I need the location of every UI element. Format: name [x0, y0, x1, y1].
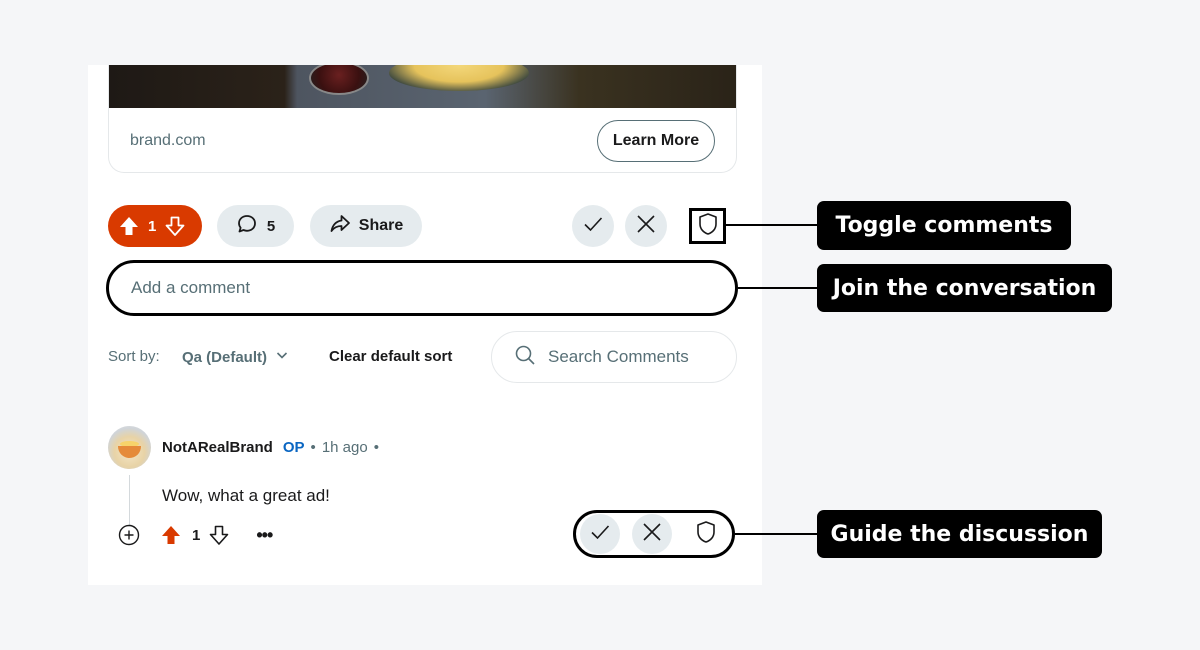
search-icon	[514, 344, 536, 371]
ad-image-pasta	[389, 65, 529, 91]
arrow-up-icon	[162, 526, 180, 544]
meta-separator: •	[310, 439, 316, 456]
speech-bubble-icon	[236, 213, 258, 239]
ad-image[interactable]	[109, 65, 736, 108]
comment-score: 1	[192, 526, 201, 544]
ad-card[interactable]: brand.com Learn More	[108, 65, 737, 173]
mod-shield-toggle[interactable]	[689, 208, 726, 244]
callout-guide-discussion: Guide the discussion	[817, 510, 1102, 558]
remove-post-button[interactable]	[625, 205, 667, 247]
comment-meta: NotARealBrand OP • 1h ago •	[162, 439, 379, 456]
share-label: Share	[358, 217, 404, 234]
x-icon	[641, 521, 663, 548]
remove-comment-button[interactable]	[632, 514, 672, 554]
add-comment-placeholder: Add a comment	[131, 278, 251, 297]
shield-icon	[695, 520, 717, 549]
comment-actions: 1 •••	[118, 524, 273, 546]
avatar-bowl	[118, 446, 141, 458]
avatar[interactable]	[108, 426, 151, 469]
sort-label: Sort by:	[108, 348, 160, 365]
x-icon	[635, 213, 657, 240]
comment-mod-actions	[573, 510, 735, 558]
comment-upvote-button[interactable]	[160, 524, 182, 546]
comment-text: Wow, what a great ad!	[162, 486, 330, 505]
comment-author[interactable]: NotARealBrand	[162, 439, 273, 456]
search-comments-input[interactable]: Search Comments	[491, 331, 737, 383]
ad-domain[interactable]: brand.com	[130, 132, 206, 150]
plus-circle-icon	[118, 524, 140, 546]
checkmark-icon	[582, 213, 604, 240]
learn-more-button[interactable]: Learn More	[597, 120, 715, 162]
arrow-down-icon	[210, 525, 229, 545]
shield-icon	[697, 212, 719, 241]
connector-line-toggle	[726, 224, 817, 226]
downvote-icon[interactable]	[164, 215, 186, 237]
expand-thread-button[interactable]	[118, 524, 140, 546]
vote-count: 1	[148, 217, 157, 235]
more-options-button[interactable]: •••	[256, 526, 273, 544]
comment-count: 5	[266, 217, 276, 235]
comment-mod-shield-button[interactable]	[686, 514, 726, 554]
callout-toggle-comments: Toggle comments	[817, 201, 1071, 250]
ad-image-bowl	[309, 65, 369, 95]
vote-pill: 1	[108, 205, 202, 247]
share-arrow-icon	[329, 213, 351, 240]
clear-default-sort-button[interactable]: Clear default sort	[329, 348, 452, 365]
post-card: brand.com Learn More 1 5 Share Add a com…	[88, 65, 762, 585]
approve-comment-button[interactable]	[580, 514, 620, 554]
comments-button[interactable]: 5	[217, 205, 294, 247]
thread-line[interactable]	[129, 475, 130, 525]
add-comment-input[interactable]: Add a comment	[106, 260, 738, 316]
comment-time: 1h ago	[321, 439, 368, 456]
upvote-icon[interactable]	[118, 215, 140, 237]
op-badge: OP	[282, 439, 305, 456]
chevron-down-icon	[275, 348, 289, 366]
search-placeholder: Search Comments	[548, 347, 689, 366]
sort-dropdown[interactable]: Qa (Default)	[182, 348, 289, 366]
callout-join-conversation: Join the conversation	[817, 264, 1112, 312]
sort-value: Qa (Default)	[182, 348, 268, 366]
connector-line-join	[738, 287, 817, 289]
ad-footer: brand.com Learn More	[109, 108, 736, 172]
approve-post-button[interactable]	[572, 205, 614, 247]
comment-downvote-button[interactable]	[208, 524, 230, 546]
share-button[interactable]: Share	[310, 205, 422, 247]
connector-line-guide	[735, 533, 817, 535]
meta-separator: •	[373, 439, 379, 456]
checkmark-icon	[589, 521, 611, 548]
